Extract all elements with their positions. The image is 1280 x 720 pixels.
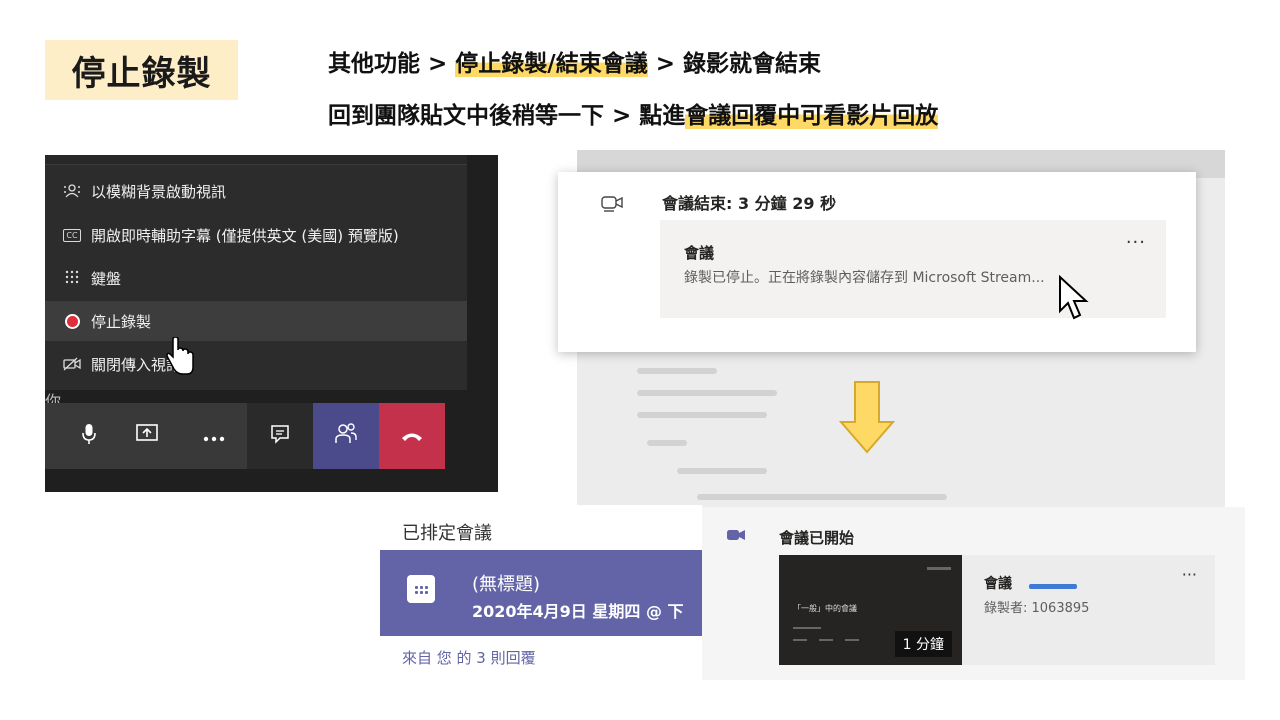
menu-item-live-captions[interactable]: CC 開啟即時輔助字幕 (僅提供英文 (美國) 預覽版) bbox=[45, 215, 467, 255]
menu-top-edge bbox=[45, 155, 467, 165]
slide: 停止錄製 其他功能 > 停止錄製/結束會議 > 錄影就會結束 回到團隊貼文中後稍… bbox=[0, 0, 1280, 720]
scheduled-label: 已排定會議 bbox=[402, 523, 492, 544]
step1-post: > 錄影就會結束 bbox=[647, 51, 821, 77]
thumb-text-line bbox=[793, 639, 807, 641]
recording-card[interactable]: 「一般」中的會議 1 分鐘 會議 錄製者: 1063895 ··· bbox=[779, 555, 1215, 665]
hangup-button[interactable] bbox=[379, 403, 445, 469]
step1-highlight: 停止錄製/結束會議 bbox=[455, 51, 648, 77]
recording-status: 錄製已停止。正在將錄製內容儲存到 Microsoft Stream... bbox=[684, 270, 1045, 286]
meeting-ended-card: 會議結束: 3 分鐘 29 秒 會議 錄製已停止。正在將錄製內容儲存到 Micr… bbox=[558, 172, 1196, 352]
step2-pre: 回到團隊貼文中後稍等一下 > 點進 bbox=[328, 103, 686, 129]
meeting-started-card: 會議已開始 「一般」中的會議 1 分鐘 會議 錄製者: 1063895 ··· bbox=[702, 507, 1245, 680]
blur-row bbox=[647, 440, 687, 446]
menu-label: 開啟即時輔助字幕 (僅提供英文 (美國) 預覽版) bbox=[91, 226, 399, 245]
step-line-1: 其他功能 > 停止錄製/結束會議 > 錄影就會結束 bbox=[328, 44, 821, 78]
scheduled-meeting-card: 已排定會議 (無標題) 2020年4月9日 星期四 @ 下 來自 您 的 3 則… bbox=[380, 505, 702, 680]
hand-pointer-icon bbox=[165, 336, 195, 385]
hangup-icon bbox=[400, 426, 424, 447]
menu-item-stop-recording[interactable]: 停止錄製 bbox=[45, 301, 467, 341]
recording-thumbnail[interactable]: 「一般」中的會議 1 分鐘 bbox=[779, 555, 962, 665]
mic-button[interactable] bbox=[65, 403, 113, 469]
calendar-icon bbox=[407, 575, 435, 603]
record-icon bbox=[61, 311, 83, 331]
share-button[interactable] bbox=[113, 403, 180, 469]
meeting-started-title: 會議已開始 bbox=[779, 529, 855, 547]
video-camera-icon bbox=[726, 527, 746, 546]
menu-item-blur-video[interactable]: 以模糊背景啟動視訊 bbox=[45, 171, 467, 211]
thumb-text-line bbox=[793, 627, 821, 629]
chat-button[interactable] bbox=[247, 403, 313, 469]
thumb-text-line bbox=[927, 567, 951, 570]
step1-pre: 其他功能 > bbox=[328, 51, 456, 77]
menu-label: 鍵盤 bbox=[91, 269, 122, 288]
video-off-icon bbox=[61, 354, 83, 374]
step2-highlight: 會議回覆中可看影片回放 bbox=[685, 103, 939, 129]
blur-background-icon bbox=[61, 181, 83, 201]
cc-icon: CC bbox=[61, 225, 83, 245]
down-arrow-icon bbox=[838, 380, 896, 459]
recording-title: 會議 bbox=[984, 576, 1012, 592]
menu-label: 以模糊背景啟動視訊 bbox=[91, 182, 227, 201]
menu-item-turn-off-video[interactable]: 關閉傳入視訊 bbox=[45, 344, 467, 384]
blur-row bbox=[637, 412, 767, 418]
more-icon bbox=[203, 426, 225, 447]
title-box: 停止錄製 bbox=[45, 40, 238, 100]
step-line-2: 回到團隊貼文中後稍等一下 > 點進會議回覆中可看影片回放 bbox=[328, 96, 939, 130]
replies-link[interactable]: 來自 您 的 3 則回覆 bbox=[402, 647, 536, 668]
blur-row bbox=[637, 390, 777, 396]
keypad-icon bbox=[61, 268, 83, 288]
duration-badge: 1 分鐘 bbox=[894, 631, 952, 657]
thumb-text-line bbox=[845, 639, 859, 641]
video-camera-icon bbox=[600, 194, 624, 217]
recording-name: 會議 bbox=[684, 244, 715, 262]
slide-title: 停止錄製 bbox=[71, 53, 212, 94]
recording-item[interactable]: 會議 錄製已停止。正在將錄製內容儲存到 Microsoft Stream... … bbox=[660, 220, 1166, 318]
thumbnail-title: 「一般」中的會議 bbox=[793, 604, 857, 613]
chat-icon bbox=[270, 424, 290, 449]
meeting-toolbar bbox=[45, 403, 463, 469]
recorded-by: 錄製者: 1063895 bbox=[984, 601, 1090, 616]
scheduled-meeting-date: 2020年4月9日 星期四 @ 下 bbox=[472, 602, 684, 621]
more-actions-menu: 以模糊背景啟動視訊 CC 開啟即時輔助字幕 (僅提供英文 (美國) 預覽版) 鍵… bbox=[45, 155, 467, 390]
blur-row bbox=[677, 468, 767, 474]
scheduled-meeting-banner[interactable]: (無標題) 2020年4月9日 星期四 @ 下 bbox=[380, 550, 702, 636]
arrow-pointer-icon bbox=[1058, 274, 1090, 327]
blur-row bbox=[637, 368, 717, 374]
teams-menu-screenshot: 以模糊背景啟動視訊 CC 開啟即時輔助字幕 (僅提供英文 (美國) 預覽版) 鍵… bbox=[45, 155, 498, 492]
participants-button[interactable] bbox=[313, 403, 379, 469]
redacted-bar bbox=[1029, 584, 1077, 589]
microphone-icon bbox=[82, 423, 96, 450]
menu-label: 停止錄製 bbox=[91, 312, 152, 331]
blur-row bbox=[697, 494, 947, 500]
meeting-ended-title: 會議結束: 3 分鐘 29 秒 bbox=[662, 194, 837, 213]
share-screen-icon bbox=[135, 423, 158, 449]
people-icon bbox=[334, 422, 358, 450]
scheduled-meeting-name: (無標題) bbox=[472, 574, 541, 595]
more-options-icon[interactable]: ··· bbox=[1126, 232, 1146, 253]
more-actions-button[interactable] bbox=[180, 403, 247, 469]
toolbar-edge bbox=[45, 403, 65, 469]
thumb-text-line bbox=[819, 639, 833, 641]
more-options-icon[interactable]: ··· bbox=[1182, 565, 1197, 584]
menu-item-keypad[interactable]: 鍵盤 bbox=[45, 258, 467, 298]
